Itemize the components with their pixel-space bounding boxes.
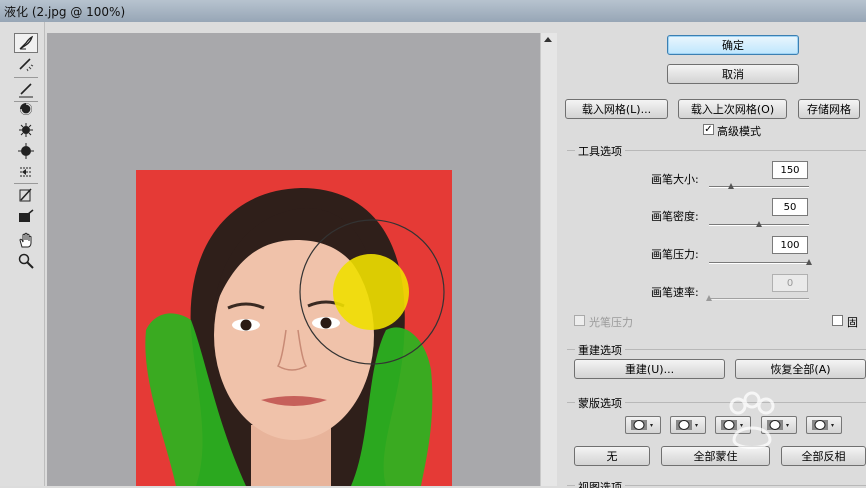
restore-all-button[interactable]: 恢复全部(A) bbox=[735, 359, 866, 379]
load-mesh-button[interactable]: 载入网格(L)... bbox=[565, 99, 668, 119]
push-left-icon[interactable] bbox=[14, 162, 38, 182]
mask-replace-icon[interactable] bbox=[625, 416, 661, 434]
brush-density-input[interactable]: 50 bbox=[772, 198, 808, 216]
forward-warp-icon[interactable] bbox=[14, 33, 38, 53]
brush-size-slider-thumb[interactable] bbox=[728, 183, 734, 189]
mask-add-icon[interactable] bbox=[670, 416, 706, 434]
bloat-icon[interactable] bbox=[14, 141, 38, 161]
brush-rate-slider-thumb[interactable] bbox=[706, 295, 712, 301]
portrait-photo bbox=[136, 170, 452, 486]
tool-options-title: 工具选项 bbox=[575, 143, 625, 159]
brush-pressure-label: 画笔压力: bbox=[651, 248, 699, 261]
window-title: 液化 (2.jpg @ 100%) bbox=[4, 5, 126, 19]
hand-icon[interactable] bbox=[14, 230, 38, 250]
brush-pressure-input[interactable]: 100 bbox=[772, 236, 808, 254]
freeze-mask-brush-icon[interactable] bbox=[14, 80, 38, 100]
advanced-mode-checkbox[interactable]: ✓ bbox=[703, 124, 714, 135]
stylus-pressure-checkbox[interactable] bbox=[574, 315, 585, 326]
ok-button[interactable]: 确定 bbox=[667, 35, 799, 55]
load-last-mesh-button[interactable]: 载入上次网格(O) bbox=[678, 99, 787, 119]
pin-edges-label-partial: 固 bbox=[847, 316, 858, 329]
mirror-icon[interactable] bbox=[14, 185, 38, 205]
turbulence-icon[interactable] bbox=[14, 206, 38, 226]
brush-rate-label: 画笔速率: bbox=[651, 286, 699, 299]
options-panel: 确定 取消 载入网格(L)... 载入上次网格(O) 存储网格 ✓ 高级模式 工… bbox=[557, 22, 866, 488]
brush-size-label: 画笔大小: bbox=[651, 173, 699, 186]
rebuild-button[interactable]: 重建(U)... bbox=[574, 359, 725, 379]
view-options-title: 视图选项 bbox=[575, 479, 625, 488]
zoom-icon[interactable] bbox=[14, 251, 38, 271]
brush-rate-slider[interactable] bbox=[709, 298, 809, 300]
mask-options-title: 蒙版选项 bbox=[575, 395, 625, 411]
brush-size-slider[interactable] bbox=[709, 186, 809, 188]
pucker-icon[interactable] bbox=[14, 120, 38, 140]
brush-rate-input[interactable]: 0 bbox=[772, 274, 808, 292]
mask-none-button[interactable]: 无 bbox=[574, 446, 650, 466]
brush-pressure-slider[interactable] bbox=[709, 262, 809, 264]
title-bar: 液化 (2.jpg @ 100%) bbox=[0, 0, 866, 22]
toolbox bbox=[0, 22, 45, 486]
scroll-up-arrow-icon[interactable] bbox=[544, 37, 552, 42]
mask-intersect-icon[interactable] bbox=[761, 416, 797, 434]
reconstruct-options-title: 重建选项 bbox=[575, 342, 625, 358]
vertical-scrollbar[interactable] bbox=[540, 33, 557, 486]
mask-all-button[interactable]: 全部蒙住 bbox=[661, 446, 770, 466]
brush-size-input[interactable]: 150 bbox=[772, 161, 808, 179]
mask-subtract-icon[interactable] bbox=[715, 416, 751, 434]
cancel-button[interactable]: 取消 bbox=[667, 64, 799, 84]
pin-edges-checkbox[interactable] bbox=[832, 315, 843, 326]
brush-density-slider-thumb[interactable] bbox=[756, 221, 762, 227]
invert-all-button[interactable]: 全部反相 bbox=[781, 446, 866, 466]
brush-density-label: 画笔密度: bbox=[651, 210, 699, 223]
mask-invert-icon[interactable] bbox=[806, 416, 842, 434]
save-mesh-button[interactable]: 存储网格 bbox=[798, 99, 860, 119]
brush-pressure-slider-thumb[interactable] bbox=[806, 259, 812, 265]
reconstruct-icon[interactable] bbox=[14, 54, 38, 74]
advanced-mode-label: 高级模式 bbox=[717, 125, 761, 138]
stylus-pressure-label: 光笔压力 bbox=[589, 316, 633, 329]
twirl-icon[interactable] bbox=[14, 99, 38, 119]
